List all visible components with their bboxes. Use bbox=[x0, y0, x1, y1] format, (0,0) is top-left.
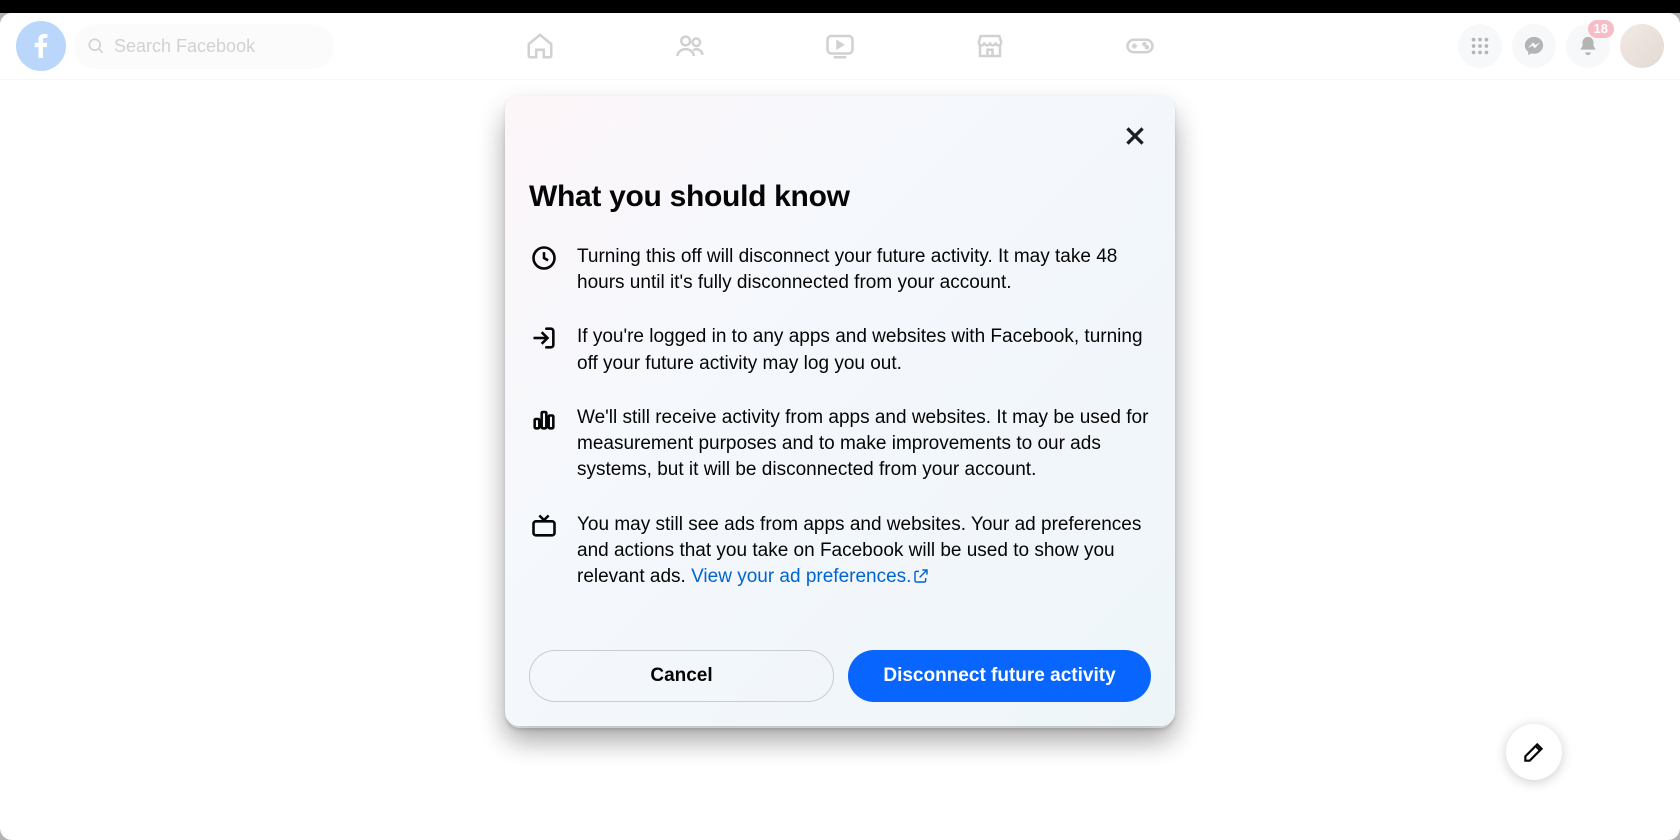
login-arrow-icon bbox=[529, 324, 559, 354]
modal-title: What you should know bbox=[529, 180, 1151, 214]
close-icon bbox=[1122, 123, 1148, 149]
info-text: We'll still receive activity from apps a… bbox=[577, 405, 1151, 484]
info-item: Turning this off will disconnect your fu… bbox=[529, 244, 1151, 296]
info-item: We'll still receive activity from apps a… bbox=[529, 405, 1151, 484]
external-link-icon bbox=[913, 566, 929, 592]
info-item: You may still see ads from apps and webs… bbox=[529, 512, 1151, 593]
tv-icon bbox=[529, 512, 559, 542]
what-you-should-know-modal: What you should know Turning this off wi… bbox=[505, 96, 1175, 726]
disconnect-button[interactable]: Disconnect future activity bbox=[848, 650, 1151, 702]
ad-preferences-link[interactable]: View your ad preferences. bbox=[691, 566, 929, 587]
close-button[interactable] bbox=[1113, 114, 1157, 158]
cancel-button[interactable]: Cancel bbox=[529, 650, 834, 702]
compose-icon bbox=[1521, 739, 1547, 765]
info-text: You may still see ads from apps and webs… bbox=[577, 512, 1151, 593]
clock-icon bbox=[529, 244, 559, 274]
info-text: If you're logged in to any apps and webs… bbox=[577, 324, 1151, 376]
info-item: If you're logged in to any apps and webs… bbox=[529, 324, 1151, 376]
info-text: Turning this off will disconnect your fu… bbox=[577, 244, 1151, 296]
bar-chart-icon bbox=[529, 405, 559, 435]
compose-button[interactable] bbox=[1506, 724, 1562, 780]
